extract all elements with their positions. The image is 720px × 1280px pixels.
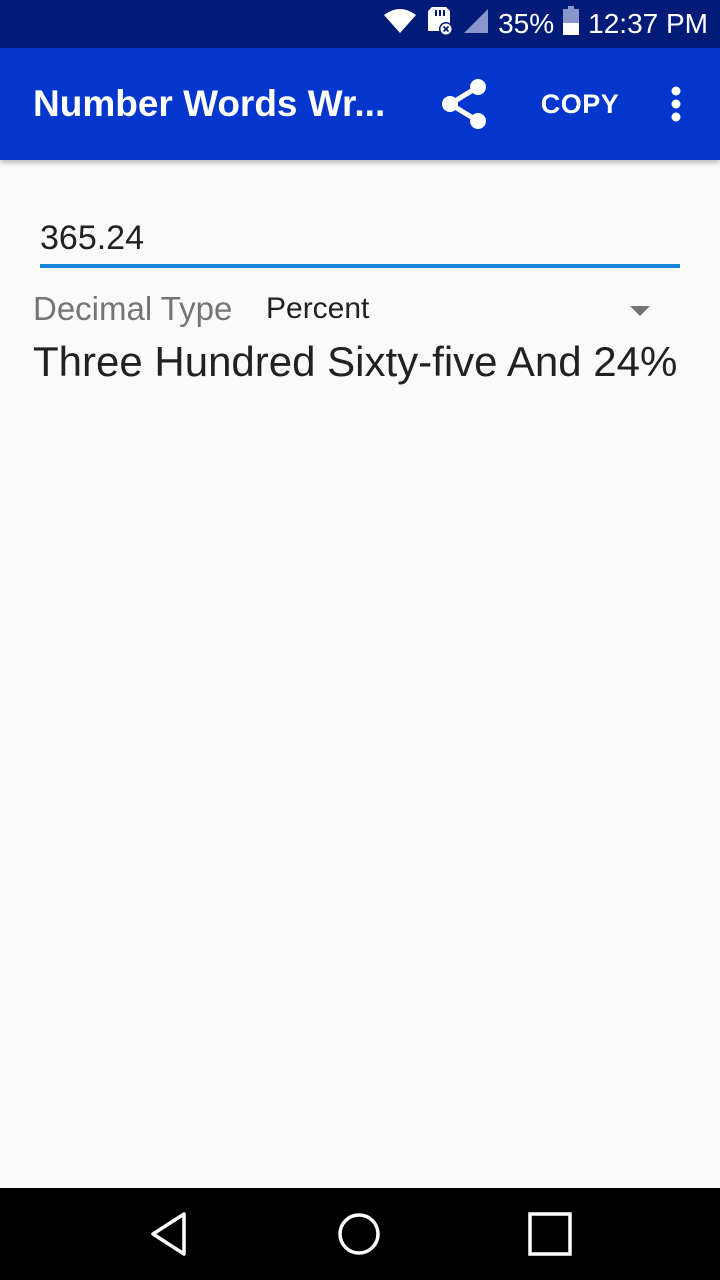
- app-title: Number Words Wr...: [33, 83, 386, 124]
- decimal-type-label: Decimal Type: [33, 290, 233, 327]
- recents-button[interactable]: [518, 1202, 582, 1266]
- copy-button[interactable]: COPY: [530, 72, 630, 136]
- back-button[interactable]: [138, 1202, 202, 1266]
- number-input[interactable]: [40, 212, 680, 268]
- app-bar: Number Words Wr... COPY: [0, 48, 720, 160]
- battery-percent: 35%: [498, 8, 555, 39]
- result-text: Three Hundred Sixty-five And 24%: [33, 338, 678, 385]
- battery-icon: [562, 5, 580, 43]
- navigation-bar: [0, 1188, 720, 1280]
- share-icon: [442, 79, 486, 129]
- clock: 12:37 PM: [588, 8, 708, 39]
- home-button[interactable]: [327, 1202, 391, 1266]
- decimal-type-dropdown[interactable]: Percent: [266, 286, 666, 336]
- sd-card-error-icon: [426, 5, 454, 44]
- back-icon: [151, 1212, 186, 1256]
- more-vert-icon: [671, 86, 681, 122]
- dropdown-arrow-icon: [630, 306, 650, 316]
- signal-icon: [462, 7, 490, 42]
- recents-icon: [528, 1212, 572, 1256]
- decimal-type-value: Percent: [266, 292, 370, 325]
- home-icon: [338, 1213, 380, 1255]
- wifi-icon: [382, 7, 418, 42]
- status-bar: 35% 12:37 PM: [0, 0, 720, 48]
- more-options-button[interactable]: [656, 72, 696, 136]
- share-button[interactable]: [432, 72, 496, 136]
